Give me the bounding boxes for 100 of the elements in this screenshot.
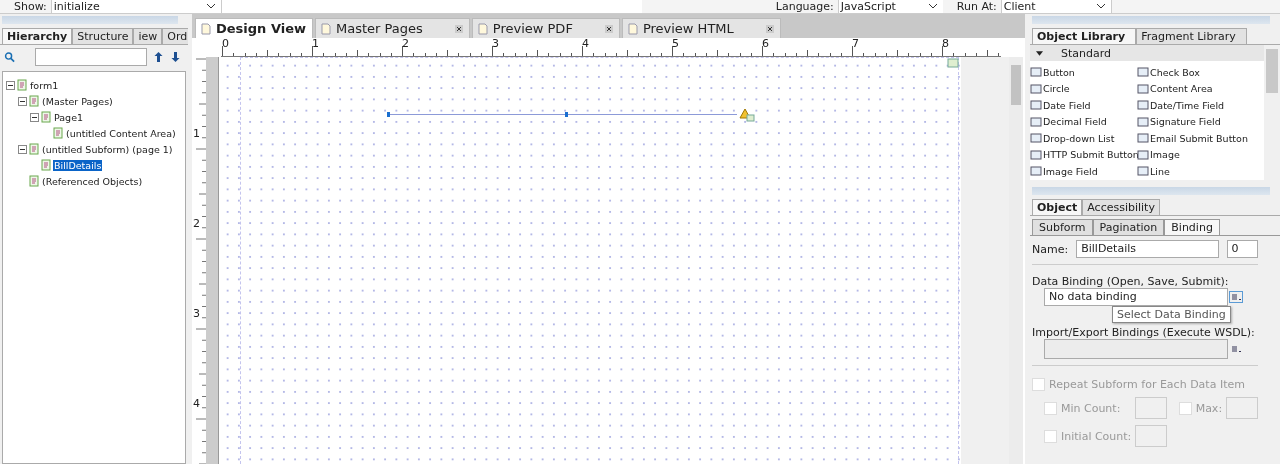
checkbox-label: Max:	[1195, 401, 1223, 415]
page-icon	[320, 22, 332, 35]
max-field[interactable]	[1226, 397, 1258, 419]
event-dropdown[interactable]: initialize	[50, 0, 221, 13]
show-label: Show:	[13, 0, 48, 13]
language-dropdown[interactable]: JavaScript	[837, 0, 943, 13]
object-icon	[1137, 99, 1149, 112]
collapse-icon[interactable]	[18, 96, 27, 106]
collapse-icon[interactable]	[6, 80, 15, 90]
panel-tab[interactable]: Object Library	[1032, 28, 1137, 44]
page-icon	[626, 22, 639, 35]
scrollbar-thumb[interactable]	[1011, 65, 1021, 105]
library-item[interactable]: Email Submit Button	[1137, 130, 1264, 147]
chevron-down-icon[interactable]	[928, 4, 937, 9]
library-item[interactable]: Drop-down List	[1030, 130, 1137, 147]
toolbar-field[interactable]	[220, 0, 642, 13]
subtab[interactable]: Subform	[1032, 219, 1093, 235]
library-item[interactable]: Button	[1030, 64, 1137, 81]
data-binding-label: Data Binding (Open, Save, Submit):	[1032, 275, 1230, 288]
ruler-label: 3	[492, 38, 499, 49]
search-field[interactable]	[35, 48, 147, 66]
ruler-label: 3	[193, 307, 200, 320]
document-tab[interactable]: Preview HTML	[621, 18, 781, 38]
ruler-label: 4	[582, 38, 589, 49]
arrow-down-icon[interactable]	[170, 51, 181, 63]
library-item[interactable]: Date/Time Field	[1137, 97, 1264, 114]
import-export-field[interactable]	[1044, 339, 1228, 359]
section-header[interactable]: Standard	[1030, 45, 1264, 61]
object-icon	[1030, 132, 1042, 145]
document-tab[interactable]: Design View	[195, 18, 313, 38]
close-icon[interactable]	[454, 24, 463, 33]
search-icon[interactable]	[4, 51, 15, 63]
library-item[interactable]: Circle	[1030, 80, 1137, 97]
library-item[interactable]: Decimal Field	[1030, 113, 1137, 130]
name-field[interactable]: BillDetails	[1076, 240, 1219, 258]
warning-icon	[739, 108, 755, 122]
run-at-label: Run At:	[955, 0, 998, 13]
import-export-label: Import/Export Bindings (Execute WSDL):	[1032, 326, 1256, 339]
close-icon[interactable]	[765, 24, 774, 33]
node-icon	[28, 175, 40, 187]
panel-tab[interactable]: Hierarchy	[2, 28, 73, 44]
library-item[interactable]: Date Field	[1030, 97, 1137, 114]
initial-count-field[interactable]	[1135, 425, 1167, 447]
tree-item[interactable]: BillDetails	[53, 159, 103, 171]
panel-tab[interactable]: Fragment Library	[1136, 28, 1247, 44]
library-item[interactable]: Signature Field	[1137, 113, 1264, 130]
node-icon	[52, 127, 64, 139]
panel-tab[interactable]: iew	[133, 28, 163, 44]
library-item[interactable]: Image Field	[1030, 163, 1137, 180]
ruler-label: 6	[762, 38, 769, 49]
ruler-label: 7	[852, 38, 859, 49]
binding-menu-icon[interactable]	[1230, 344, 1242, 354]
page-icon	[200, 22, 212, 35]
node-icon	[28, 143, 40, 155]
tree-item[interactable]: (untitled Content Area)	[65, 127, 177, 139]
run-at-dropdown[interactable]: Client	[1000, 0, 1111, 13]
ruler-label: 5	[672, 38, 679, 49]
collapse-icon[interactable]	[30, 112, 39, 122]
document-tab[interactable]: Preview PDF	[471, 18, 620, 38]
ruler-label: 1	[193, 127, 200, 140]
object-icon	[1137, 66, 1149, 79]
object-icon	[1030, 115, 1042, 128]
library-item[interactable]: Content Area	[1137, 80, 1264, 97]
subtab[interactable]: Binding	[1164, 219, 1220, 235]
checkbox-label: Initial Count:	[1061, 429, 1131, 443]
library-item[interactable]: Image	[1137, 146, 1264, 163]
collapse-icon[interactable]	[18, 144, 27, 154]
ruler-label: 8	[942, 38, 949, 49]
name-label: Name:	[1032, 242, 1069, 256]
library-item[interactable]: HTTP Submit Button	[1030, 146, 1137, 163]
data-binding-field[interactable]: No data binding	[1044, 288, 1228, 306]
language-label: Language:	[774, 0, 835, 13]
binding-menu-icon[interactable]	[1230, 292, 1242, 302]
collapse-icon[interactable]	[1036, 50, 1043, 56]
object-icon	[1030, 66, 1042, 79]
tree-item[interactable]: (Master Pages)	[41, 95, 114, 107]
close-icon[interactable]	[604, 24, 613, 33]
tree-item[interactable]: Page1	[53, 111, 85, 123]
tree-item[interactable]: form1	[29, 79, 60, 91]
object-icon	[1137, 115, 1149, 128]
tree-item[interactable]: (untitled Subform) (page 1)	[41, 143, 174, 155]
library-item[interactable]: Line	[1137, 163, 1264, 180]
chevron-down-icon[interactable]	[206, 4, 215, 9]
library-item[interactable]: Check Box	[1137, 64, 1264, 81]
arrow-up-icon[interactable]	[153, 51, 164, 63]
min-count-field[interactable]	[1134, 397, 1167, 419]
ruler-label: 2	[402, 38, 409, 49]
panel-tab[interactable]: Accessibility	[1082, 199, 1160, 215]
document-tab[interactable]: Master Pages	[315, 18, 470, 38]
subtab[interactable]: Pagination	[1092, 219, 1165, 235]
panel-tab[interactable]: Object	[1032, 199, 1083, 215]
panel-tab[interactable]: Structure	[72, 28, 134, 44]
object-icon	[1137, 82, 1149, 95]
object-icon	[1030, 148, 1042, 161]
node-icon	[40, 159, 52, 171]
index-field[interactable]: 0	[1226, 240, 1258, 258]
chevron-down-icon[interactable]	[1096, 4, 1105, 9]
checkbox-label: Min Count:	[1060, 401, 1122, 415]
tree-item[interactable]: (Referenced Objects)	[41, 175, 144, 187]
panel-tab[interactable]: Ord	[162, 28, 188, 44]
